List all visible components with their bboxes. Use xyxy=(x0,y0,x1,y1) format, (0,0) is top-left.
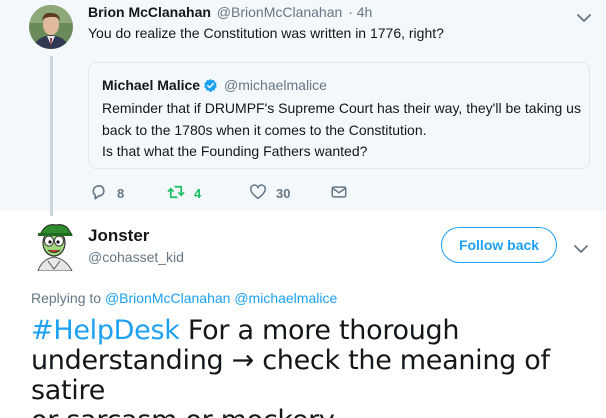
parent-header: Brion McClanahan @BrionMcClanahan · 4h xyxy=(88,4,372,20)
quote-author-name: Michael Malice xyxy=(102,77,201,93)
reply-text-line: understanding → check the meaning of sat… xyxy=(31,345,550,406)
reply-author-name[interactable]: Jonster xyxy=(88,226,149,246)
reply-icon xyxy=(90,183,108,204)
thread-line xyxy=(50,56,53,216)
retweet-button[interactable]: 4 xyxy=(167,183,201,204)
quote-text-line: Reminder that if DRUMPF's Supreme Court … xyxy=(102,100,581,116)
quoted-tweet[interactable]: Michael Malice @michaelmalice Reminder t… xyxy=(88,62,590,169)
avatar-brion[interactable] xyxy=(29,5,73,49)
reply-text-line: or sarcasm or mockery xyxy=(31,405,335,418)
avatar-jonster[interactable] xyxy=(34,221,76,272)
chevron-down-icon[interactable] xyxy=(574,241,588,253)
parent-author-name[interactable]: Brion McClanahan xyxy=(88,4,211,20)
reply-author-handle[interactable]: @cohasset_kid xyxy=(88,249,184,265)
quote-text-line: Is that what the Founding Fathers wanted… xyxy=(102,143,368,159)
like-count: 30 xyxy=(276,186,291,201)
reply-button[interactable]: 8 xyxy=(90,183,124,204)
verified-badge-icon xyxy=(203,78,218,93)
like-button[interactable]: 30 xyxy=(249,183,290,204)
retweet-icon xyxy=(167,183,185,204)
mention-link[interactable]: @michaelmalice xyxy=(234,290,337,306)
parent-author-handle[interactable]: @BrionMcClanahan xyxy=(217,4,343,20)
replying-to: Replying to @BrionMcClanahan @michaelmal… xyxy=(31,290,337,306)
quote-header: Michael Malice @michaelmalice xyxy=(102,77,327,93)
follow-back-button[interactable]: Follow back xyxy=(441,227,557,263)
parent-tweet-text: You do realize the Constitution was writ… xyxy=(88,25,444,41)
hashtag-link[interactable]: #HelpDesk xyxy=(31,315,180,346)
quote-author-handle: @michaelmalice xyxy=(224,77,327,93)
envelope-icon xyxy=(330,183,348,204)
mention-link[interactable]: @BrionMcClanahan xyxy=(105,290,231,306)
heart-icon xyxy=(249,183,267,204)
reply-count: 8 xyxy=(117,186,125,201)
direct-message-button[interactable] xyxy=(330,183,348,204)
parent-tweet[interactable]: Brion McClanahan @BrionMcClanahan · 4h Y… xyxy=(0,0,606,216)
parent-timestamp[interactable]: · 4h xyxy=(348,4,372,20)
replying-to-label: Replying to xyxy=(31,290,102,306)
reply-text-line: For a more thorough xyxy=(179,315,460,346)
retweet-count: 4 xyxy=(194,186,202,201)
chevron-down-icon[interactable] xyxy=(577,10,591,22)
reply-tweet-text: #HelpDesk For a more thorough understand… xyxy=(31,316,591,418)
quote-text-line: back to the 1780s when it comes to the C… xyxy=(102,122,427,138)
